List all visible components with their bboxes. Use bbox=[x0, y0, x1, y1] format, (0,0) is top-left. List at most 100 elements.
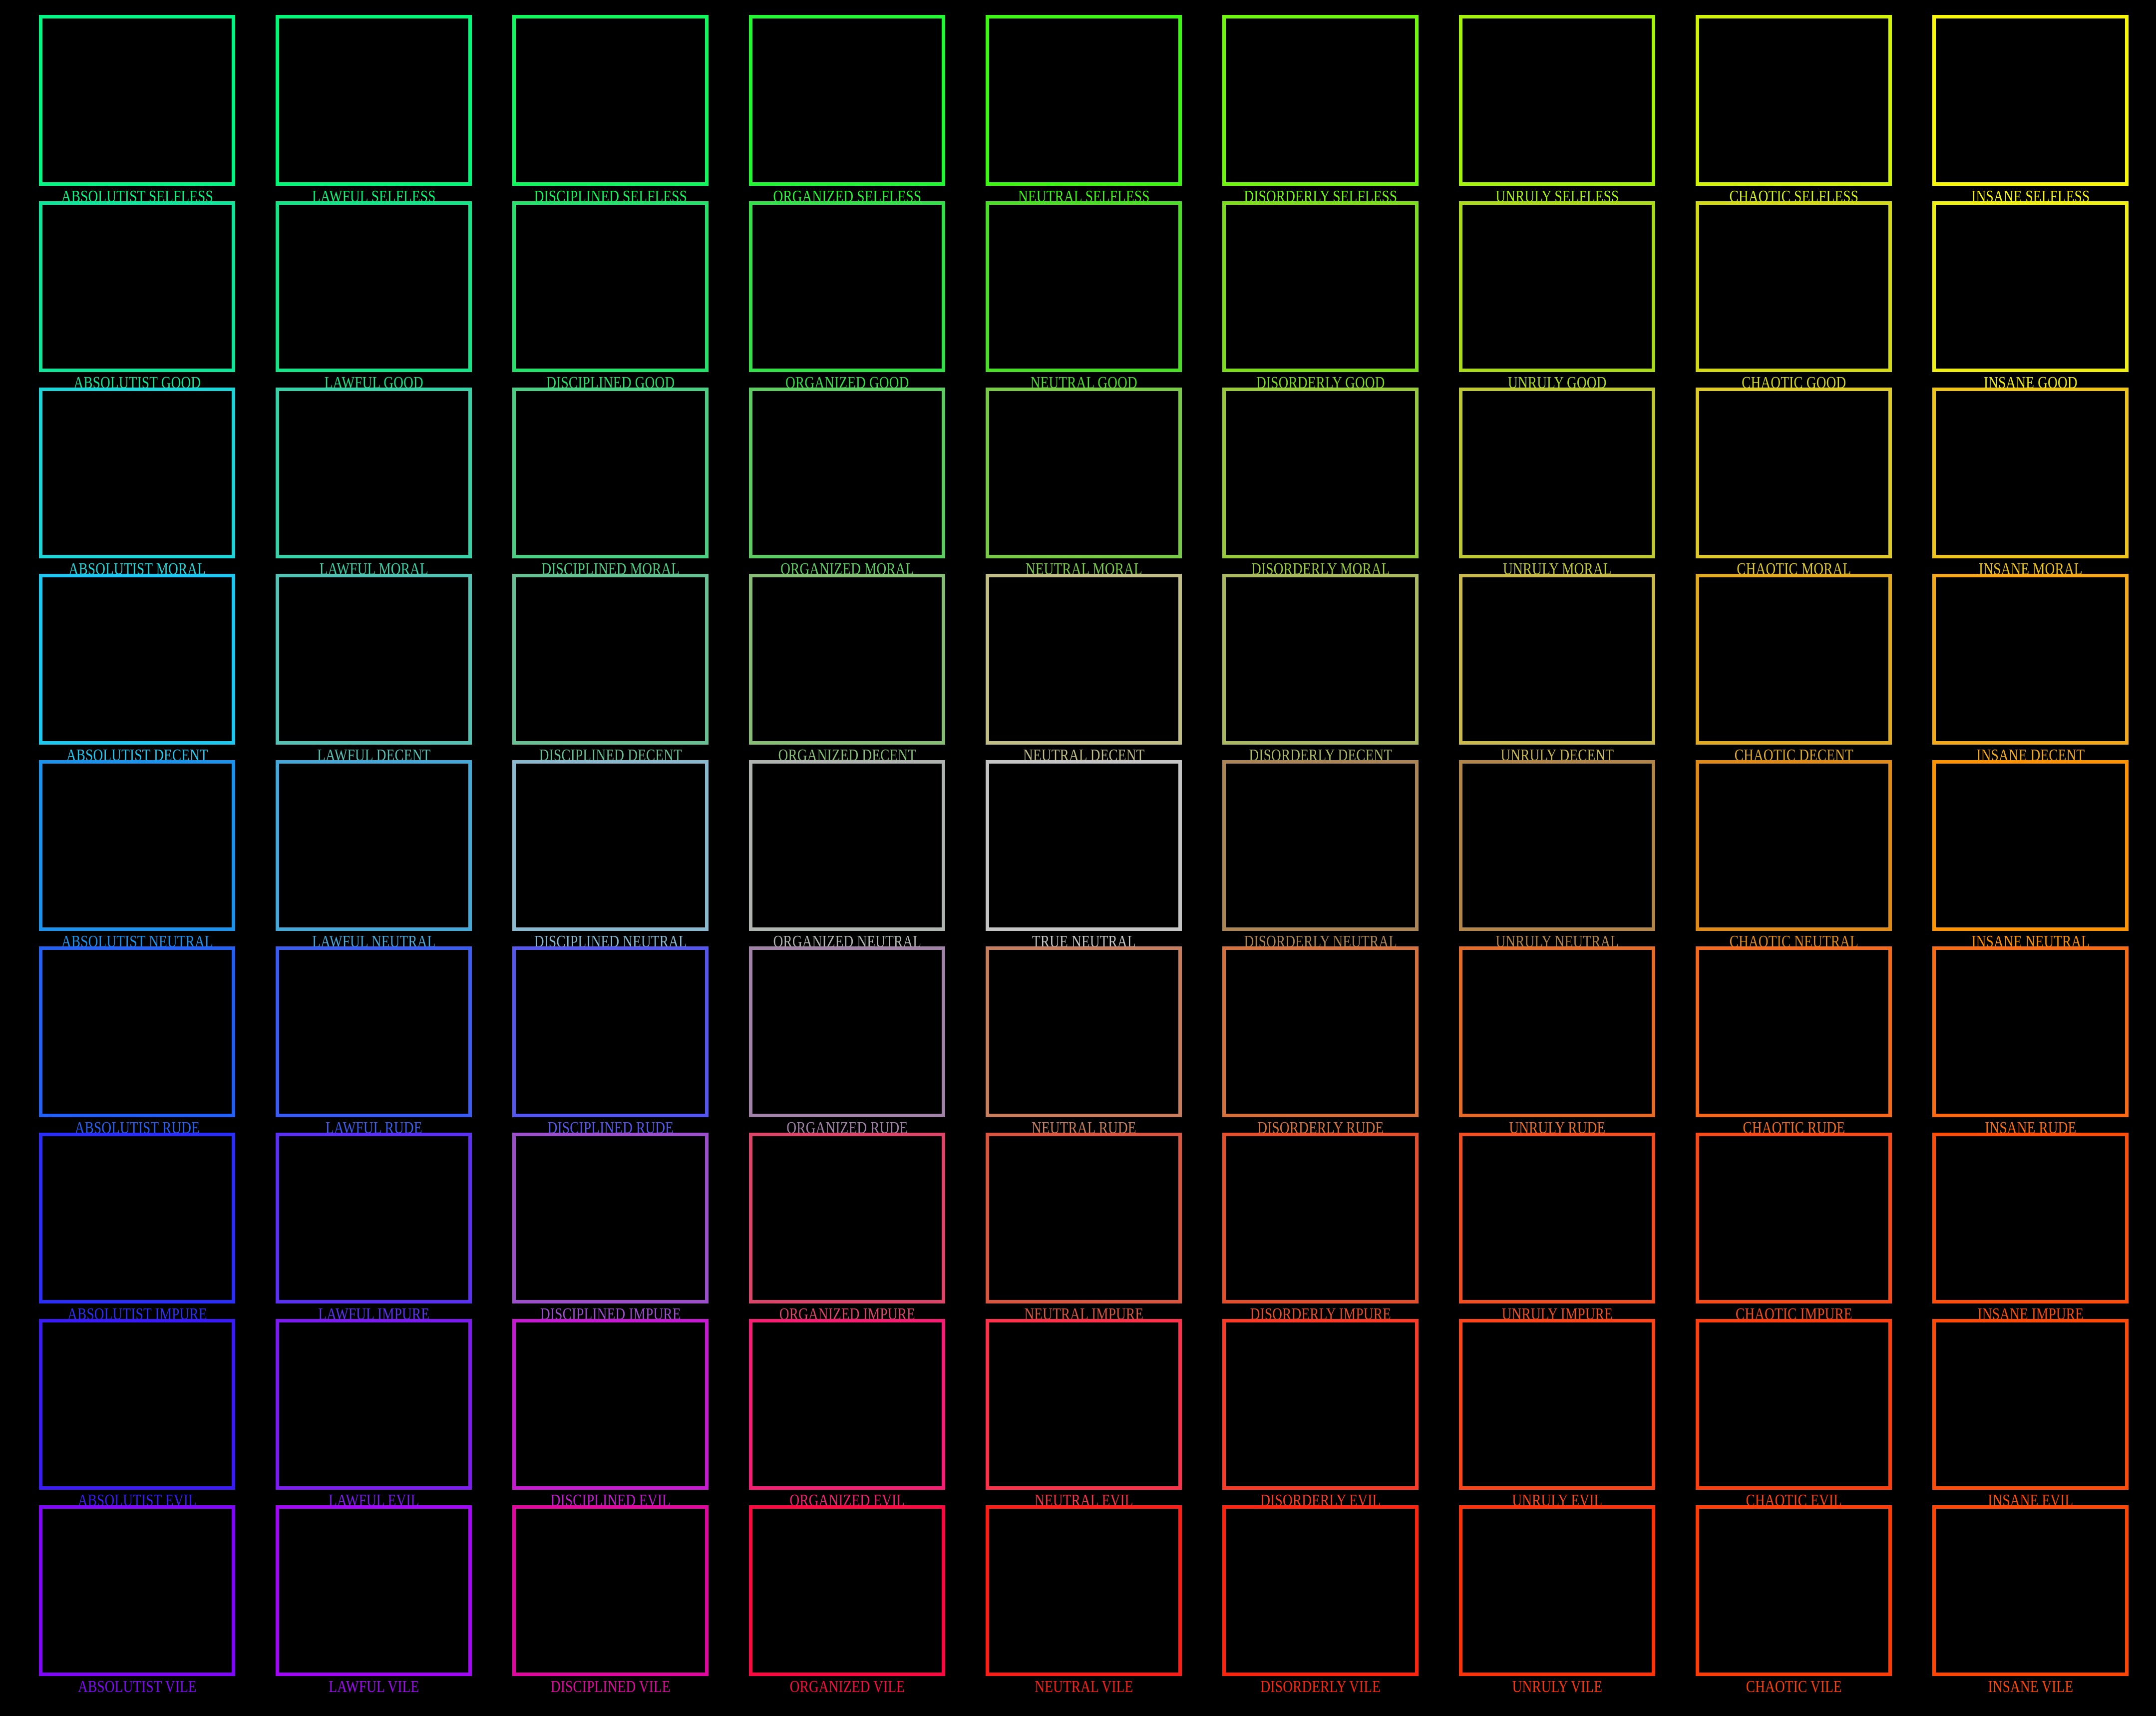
alignment-cell-box[interactable] bbox=[1459, 15, 1655, 186]
alignment-cell-box[interactable] bbox=[1459, 1133, 1655, 1303]
alignment-cell[interactable]: NEUTRAL IMPURE bbox=[986, 1133, 1182, 1323]
alignment-cell-box[interactable] bbox=[986, 1133, 1182, 1303]
alignment-cell-box[interactable] bbox=[39, 388, 235, 558]
alignment-cell-box[interactable] bbox=[39, 15, 235, 186]
alignment-cell[interactable]: UNRULY EVIL bbox=[1459, 1319, 1655, 1510]
alignment-cell-box[interactable] bbox=[1222, 15, 1419, 186]
alignment-cell[interactable]: ORGANIZED EVIL bbox=[749, 1319, 945, 1510]
alignment-cell-box[interactable] bbox=[1932, 15, 2129, 186]
alignment-cell[interactable]: INSANE SELFLESS bbox=[1932, 15, 2129, 206]
alignment-cell-box[interactable] bbox=[1932, 388, 2129, 558]
alignment-cell-box[interactable] bbox=[986, 760, 1182, 931]
alignment-cell[interactable]: NEUTRAL GOOD bbox=[986, 201, 1182, 392]
alignment-cell[interactable]: INSANE DECENT bbox=[1932, 574, 2129, 765]
alignment-cell[interactable]: ABSOLUTIST NEUTRAL bbox=[39, 760, 235, 951]
alignment-cell[interactable]: DISCIPLINED MORAL bbox=[512, 388, 709, 578]
alignment-cell[interactable]: DISCIPLINED IMPURE bbox=[512, 1133, 709, 1323]
alignment-cell[interactable]: LAWFUL EVIL bbox=[276, 1319, 472, 1510]
alignment-cell[interactable]: NEUTRAL DECENT bbox=[986, 574, 1182, 765]
alignment-cell-box[interactable] bbox=[986, 946, 1182, 1117]
alignment-cell[interactable]: LAWFUL RUDE bbox=[276, 946, 472, 1137]
alignment-cell[interactable]: UNRULY NEUTRAL bbox=[1459, 760, 1655, 951]
alignment-cell-box[interactable] bbox=[1222, 1505, 1419, 1676]
alignment-cell[interactable]: INSANE EVIL bbox=[1932, 1319, 2129, 1510]
alignment-cell[interactable]: UNRULY RUDE bbox=[1459, 946, 1655, 1137]
alignment-cell-box[interactable] bbox=[512, 574, 709, 745]
alignment-cell-box[interactable] bbox=[276, 1319, 472, 1490]
alignment-cell-box[interactable] bbox=[39, 1505, 235, 1676]
alignment-cell[interactable]: CHAOTIC GOOD bbox=[1696, 201, 1892, 392]
alignment-cell-box[interactable] bbox=[1696, 1319, 1892, 1490]
alignment-cell[interactable]: CHAOTIC IMPURE bbox=[1696, 1133, 1892, 1323]
alignment-cell-box[interactable] bbox=[276, 1133, 472, 1303]
alignment-cell[interactable]: ABSOLUTIST RUDE bbox=[39, 946, 235, 1137]
alignment-cell[interactable]: UNRULY GOOD bbox=[1459, 201, 1655, 392]
alignment-cell[interactable]: DISORDERLY NEUTRAL bbox=[1222, 760, 1419, 951]
alignment-cell[interactable]: CHAOTIC MORAL bbox=[1696, 388, 1892, 578]
alignment-cell[interactable]: INSANE GOOD bbox=[1932, 201, 2129, 392]
alignment-cell-box[interactable] bbox=[512, 15, 709, 186]
alignment-cell-box[interactable] bbox=[1222, 946, 1419, 1117]
alignment-cell[interactable]: CHAOTIC NEUTRAL bbox=[1696, 760, 1892, 951]
alignment-cell-box[interactable] bbox=[1459, 946, 1655, 1117]
alignment-cell-box[interactable] bbox=[986, 1319, 1182, 1490]
alignment-cell[interactable]: ORGANIZED RUDE bbox=[749, 946, 945, 1137]
alignment-cell-box[interactable] bbox=[1932, 201, 2129, 372]
alignment-cell[interactable]: DISORDERLY RUDE bbox=[1222, 946, 1419, 1137]
alignment-cell[interactable]: INSANE MORAL bbox=[1932, 388, 2129, 578]
alignment-cell[interactable]: ABSOLUTIST GOOD bbox=[39, 201, 235, 392]
alignment-cell-box[interactable] bbox=[1459, 760, 1655, 931]
alignment-cell[interactable]: DISORDERLY MORAL bbox=[1222, 388, 1419, 578]
alignment-cell[interactable]: ABSOLUTIST SELFLESS bbox=[39, 15, 235, 206]
alignment-cell[interactable]: UNRULY MORAL bbox=[1459, 388, 1655, 578]
alignment-cell[interactable]: ABSOLUTIST DECENT bbox=[39, 574, 235, 765]
alignment-cell[interactable]: UNRULY DECENT bbox=[1459, 574, 1655, 765]
alignment-cell-box[interactable] bbox=[1932, 1319, 2129, 1490]
alignment-cell-box[interactable] bbox=[276, 201, 472, 372]
alignment-cell[interactable]: ORGANIZED VILE bbox=[749, 1505, 945, 1696]
alignment-cell-box[interactable] bbox=[1696, 388, 1892, 558]
alignment-cell[interactable]: DISORDERLY IMPURE bbox=[1222, 1133, 1419, 1323]
alignment-cell-box[interactable] bbox=[749, 15, 945, 186]
alignment-cell[interactable]: DISORDERLY GOOD bbox=[1222, 201, 1419, 392]
alignment-cell-box[interactable] bbox=[986, 1505, 1182, 1676]
alignment-cell-box[interactable] bbox=[1932, 760, 2129, 931]
alignment-cell-box[interactable] bbox=[512, 1505, 709, 1676]
alignment-cell[interactable]: LAWFUL IMPURE bbox=[276, 1133, 472, 1323]
alignment-cell[interactable]: NEUTRAL VILE bbox=[986, 1505, 1182, 1696]
alignment-cell-box[interactable] bbox=[1459, 1505, 1655, 1676]
alignment-cell-box[interactable] bbox=[1222, 388, 1419, 558]
alignment-cell-box[interactable] bbox=[749, 201, 945, 372]
alignment-cell-box[interactable] bbox=[1696, 15, 1892, 186]
alignment-cell-box[interactable] bbox=[749, 388, 945, 558]
alignment-cell-box[interactable] bbox=[1222, 1319, 1419, 1490]
alignment-cell[interactable]: INSANE RUDE bbox=[1932, 946, 2129, 1137]
alignment-cell-box[interactable] bbox=[986, 201, 1182, 372]
alignment-cell[interactable]: CHAOTIC SELFLESS bbox=[1696, 15, 1892, 206]
alignment-cell[interactable]: ORGANIZED NEUTRAL bbox=[749, 760, 945, 951]
alignment-cell[interactable]: ABSOLUTIST EVIL bbox=[39, 1319, 235, 1510]
alignment-cell[interactable]: LAWFUL VILE bbox=[276, 1505, 472, 1696]
alignment-cell[interactable]: INSANE VILE bbox=[1932, 1505, 2129, 1696]
alignment-cell[interactable]: INSANE NEUTRAL bbox=[1932, 760, 2129, 951]
alignment-cell-box[interactable] bbox=[749, 946, 945, 1117]
alignment-cell-box[interactable] bbox=[749, 1319, 945, 1490]
alignment-cell[interactable]: LAWFUL NEUTRAL bbox=[276, 760, 472, 951]
alignment-cell-box[interactable] bbox=[1459, 574, 1655, 745]
alignment-cell[interactable]: NEUTRAL SELFLESS bbox=[986, 15, 1182, 206]
alignment-cell[interactable]: DISCIPLINED SELFLESS bbox=[512, 15, 709, 206]
alignment-cell[interactable]: DISCIPLINED NEUTRAL bbox=[512, 760, 709, 951]
alignment-cell-box[interactable] bbox=[1696, 760, 1892, 931]
alignment-cell[interactable]: UNRULY IMPURE bbox=[1459, 1133, 1655, 1323]
alignment-cell-box[interactable] bbox=[986, 388, 1182, 558]
alignment-cell[interactable]: ORGANIZED DECENT bbox=[749, 574, 945, 765]
alignment-cell[interactable]: DISORDERLY DECENT bbox=[1222, 574, 1419, 765]
alignment-cell-box[interactable] bbox=[276, 574, 472, 745]
alignment-cell[interactable]: CHAOTIC RUDE bbox=[1696, 946, 1892, 1137]
alignment-cell[interactable]: DISORDERLY SELFLESS bbox=[1222, 15, 1419, 206]
alignment-cell[interactable]: DISCIPLINED RUDE bbox=[512, 946, 709, 1137]
alignment-cell[interactable]: UNRULY SELFLESS bbox=[1459, 15, 1655, 206]
alignment-cell[interactable]: LAWFUL GOOD bbox=[276, 201, 472, 392]
alignment-cell-box[interactable] bbox=[1932, 946, 2129, 1117]
alignment-cell-box[interactable] bbox=[512, 1319, 709, 1490]
